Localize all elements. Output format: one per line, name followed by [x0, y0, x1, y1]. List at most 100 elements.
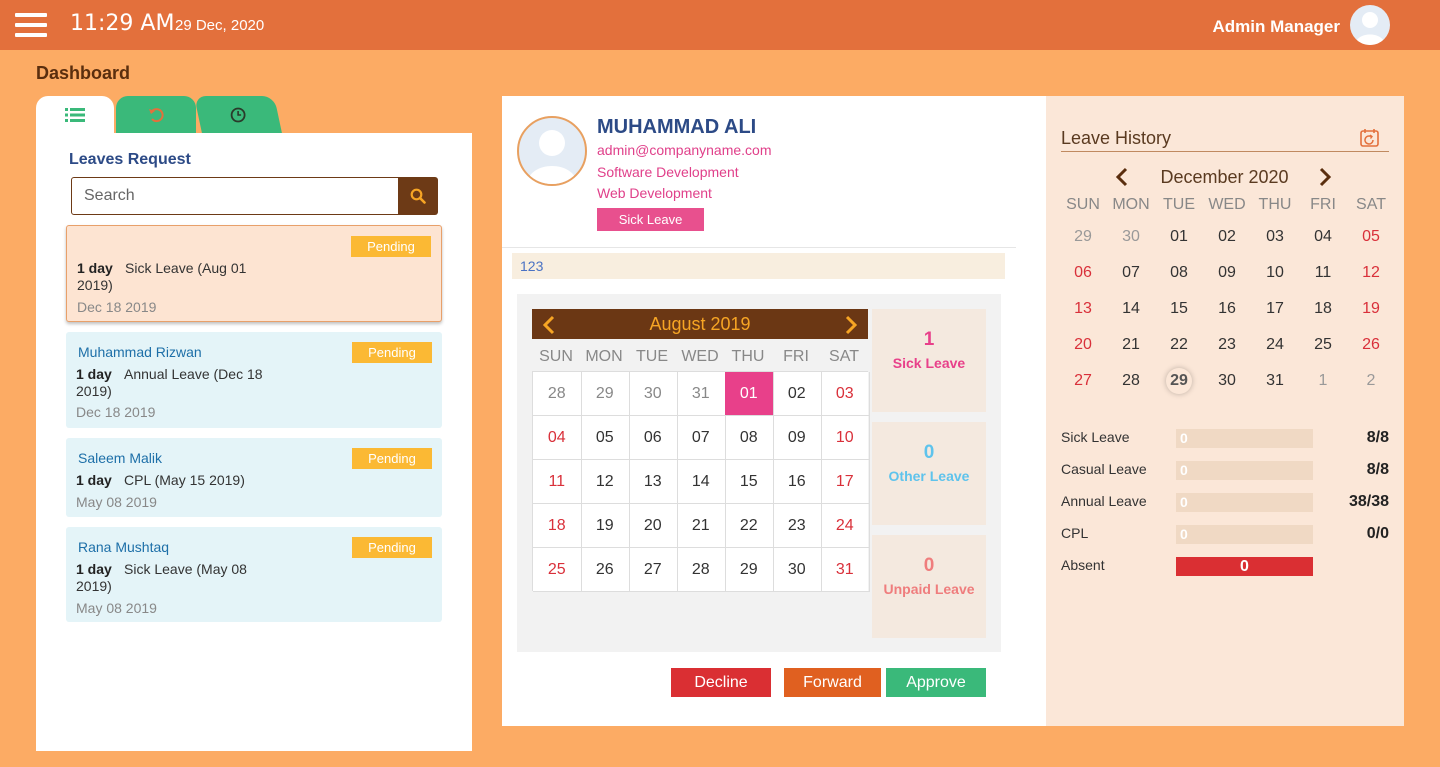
calendar-day[interactable]: 2 — [1347, 366, 1395, 396]
calendar-day[interactable]: 25 — [533, 548, 582, 592]
tab-history[interactable] — [116, 96, 196, 133]
calendar-day[interactable]: 09 — [773, 416, 822, 460]
next-month-button[interactable] — [844, 314, 858, 344]
user-name[interactable]: Admin Manager — [1212, 17, 1340, 37]
calendar-day[interactable]: 04 — [533, 416, 582, 460]
calendar-day[interactable]: 23 — [1203, 330, 1251, 360]
calendar-day[interactable]: 27 — [1059, 366, 1107, 396]
calendar-day[interactable]: 22 — [725, 504, 774, 548]
profile-avatar — [517, 116, 587, 186]
leave-request-card[interactable]: Saleem Malik Pending CPL (May 15 2019) 1… — [66, 438, 442, 517]
calendar-day[interactable]: 10 — [821, 416, 870, 460]
calendar-day[interactable]: 1 — [1299, 366, 1347, 396]
calendar-day[interactable]: 12 — [1347, 258, 1395, 288]
calendar-day[interactable]: 06 — [1059, 258, 1107, 288]
calendar-day-label: 20 — [1074, 336, 1092, 353]
calendar-day-label: 22 — [1170, 336, 1188, 353]
calendar-day[interactable]: 09 — [1203, 258, 1251, 288]
tab-pending[interactable] — [194, 96, 282, 133]
search-button[interactable] — [398, 177, 438, 215]
calendar-day[interactable]: 31 — [1251, 366, 1299, 396]
calendar-day[interactable]: 11 — [533, 460, 582, 504]
balance-value: 0/0 — [1366, 525, 1389, 542]
calendar-day[interactable]: 26 — [1347, 330, 1395, 360]
calendar-day[interactable]: 13 — [629, 460, 678, 504]
calendar-day[interactable]: 20 — [629, 504, 678, 548]
history-next-month-button[interactable] — [1317, 167, 1333, 192]
decline-button[interactable]: Decline — [671, 668, 771, 697]
calendar-day[interactable]: 29 — [581, 372, 630, 416]
leave-request-card[interactable]: Muhammad Rizwan Pending Annual Leave (De… — [66, 332, 442, 428]
calendar-day[interactable]: 24 — [821, 504, 870, 548]
calendar-day[interactable]: 30 — [1203, 366, 1251, 396]
employee-email[interactable]: admin@companyname.com — [597, 142, 772, 158]
calendar-day[interactable]: 30 — [1107, 222, 1155, 252]
history-prev-month-button[interactable] — [1114, 167, 1130, 192]
calendar-day[interactable]: 29 — [725, 548, 774, 592]
calendar-day[interactable]: 29 — [1059, 222, 1107, 252]
calendar-day[interactable]: 06 — [629, 416, 678, 460]
calendar-day[interactable]: 24 — [1251, 330, 1299, 360]
approve-button[interactable]: Approve — [886, 668, 986, 697]
calendar-day[interactable]: 11 — [1299, 258, 1347, 288]
leave-request-card[interactable]: Pending Sick Leave (Aug 01 2019) 1 day D… — [66, 225, 442, 322]
weekday-label: MON — [585, 348, 623, 365]
calendar-day[interactable]: 18 — [1299, 294, 1347, 324]
calendar-day[interactable]: 03 — [1251, 222, 1299, 252]
calendar-day[interactable]: 02 — [773, 372, 822, 416]
calendar-refresh-icon[interactable] — [1359, 127, 1381, 154]
calendar-day-label: 23 — [1218, 336, 1236, 353]
calendar-day[interactable]: 31 — [821, 548, 870, 592]
calendar-day[interactable]: 08 — [1155, 258, 1203, 288]
calendar-day[interactable]: 16 — [1203, 294, 1251, 324]
calendar-day[interactable]: 07 — [1107, 258, 1155, 288]
user-avatar[interactable] — [1350, 5, 1390, 45]
calendar-day[interactable]: 21 — [677, 504, 726, 548]
calendar-day[interactable]: 30 — [629, 372, 678, 416]
calendar-day[interactable]: 22 — [1155, 330, 1203, 360]
calendar-day[interactable]: 13 — [1059, 294, 1107, 324]
calendar-day[interactable]: 14 — [1107, 294, 1155, 324]
calendar-day[interactable]: 05 — [581, 416, 630, 460]
calendar-day[interactable]: 25 — [1299, 330, 1347, 360]
calendar-day[interactable]: 17 — [1251, 294, 1299, 324]
calendar-day[interactable]: 16 — [773, 460, 822, 504]
leave-request-card[interactable]: Rana Mushtaq Pending Sick Leave (May 08 … — [66, 527, 442, 622]
calendar-day[interactable]: 17 — [821, 460, 870, 504]
calendar-day[interactable]: 21 — [1107, 330, 1155, 360]
calendar-day[interactable]: 02 — [1203, 222, 1251, 252]
calendar-day[interactable]: 31 — [677, 372, 726, 416]
prev-month-button[interactable] — [542, 314, 556, 344]
calendar-day[interactable]: 04 — [1299, 222, 1347, 252]
calendar-day[interactable]: 15 — [1155, 294, 1203, 324]
summary-count: 0 — [923, 442, 935, 463]
calendar-day[interactable]: 29 — [1155, 366, 1203, 396]
calendar-day[interactable]: 07 — [677, 416, 726, 460]
calendar-day[interactable]: 23 — [773, 504, 822, 548]
calendar-day[interactable]: 12 — [581, 460, 630, 504]
calendar-day[interactable]: 19 — [581, 504, 630, 548]
calendar-day[interactable]: 10 — [1251, 258, 1299, 288]
calendar-day[interactable]: 30 — [773, 548, 822, 592]
search-input[interactable] — [71, 177, 399, 215]
calendar-day[interactable]: 08 — [725, 416, 774, 460]
menu-icon[interactable] — [15, 13, 47, 37]
calendar-day[interactable]: 20 — [1059, 330, 1107, 360]
calendar-day[interactable]: 01 — [725, 372, 774, 416]
calendar-day[interactable]: 19 — [1347, 294, 1395, 324]
forward-button[interactable]: Forward — [784, 668, 881, 697]
calendar-day[interactable]: 01 — [1155, 222, 1203, 252]
divider — [1061, 151, 1389, 152]
calendar-day[interactable]: 03 — [821, 372, 870, 416]
calendar-day[interactable]: 28 — [677, 548, 726, 592]
calendar-day[interactable]: 15 — [725, 460, 774, 504]
calendar-day[interactable]: 14 — [677, 460, 726, 504]
calendar-day[interactable]: 18 — [533, 504, 582, 548]
tab-list[interactable] — [36, 96, 114, 133]
calendar-day[interactable]: 27 — [629, 548, 678, 592]
calendar-day[interactable]: 28 — [1107, 366, 1155, 396]
calendar-day-label: 03 — [1266, 228, 1284, 245]
calendar-day[interactable]: 05 — [1347, 222, 1395, 252]
calendar-day[interactable]: 28 — [533, 372, 582, 416]
calendar-day[interactable]: 26 — [581, 548, 630, 592]
